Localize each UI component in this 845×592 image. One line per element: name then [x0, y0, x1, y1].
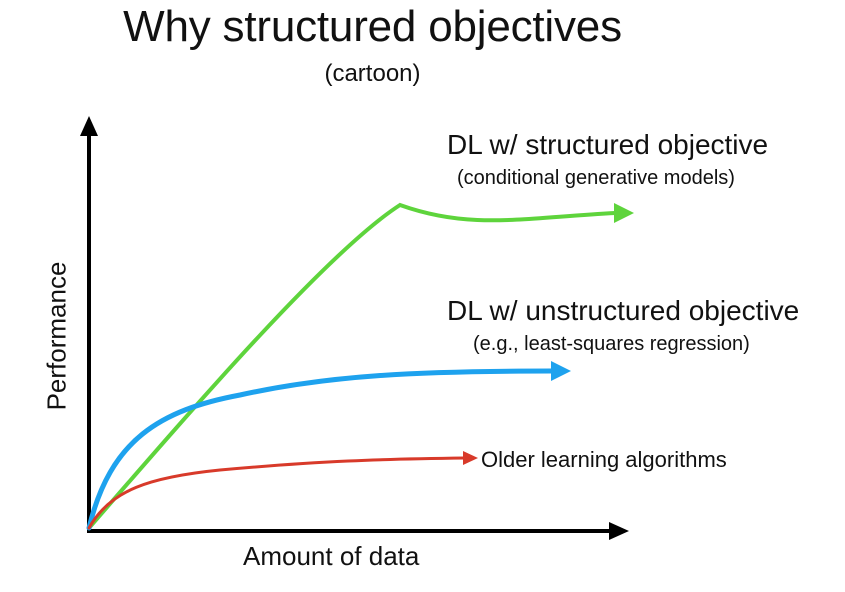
- y-axis-arrowhead: [80, 116, 98, 136]
- label-older-algorithms: Older learning algorithms: [481, 447, 727, 472]
- label-unstructured-objective: DL w/ unstructured objective: [447, 295, 800, 326]
- label-structured-objective: DL w/ structured objective: [447, 129, 769, 160]
- label-unstructured-objective-note: (e.g., least-squares regression): [473, 333, 750, 355]
- curve-older-algorithms: [87, 456, 467, 530]
- x-axis-label: Amount of data: [243, 541, 420, 571]
- y-axis-label: Performance: [41, 261, 72, 411]
- curve-structured-objective-arrowhead: [614, 203, 634, 223]
- curve-older-algorithms-arrowhead: [463, 451, 478, 465]
- label-structured-objective-note: (conditional generative models): [457, 167, 735, 189]
- curve-structured-objective: [87, 202, 617, 530]
- x-axis-arrowhead: [609, 522, 629, 540]
- curve-unstructured-objective-arrowhead: [551, 361, 571, 381]
